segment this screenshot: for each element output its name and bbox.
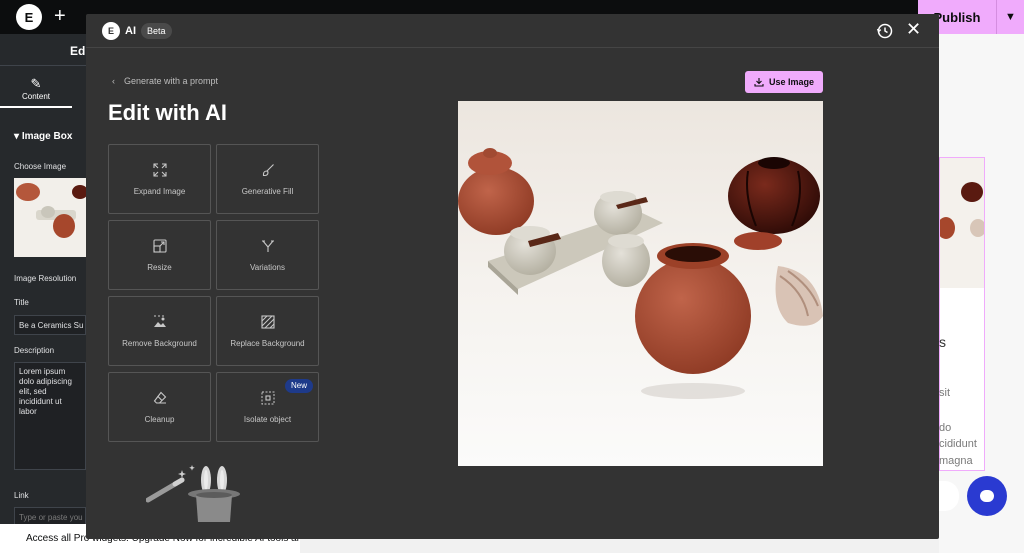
image-thumbnail[interactable] [14, 178, 86, 257]
variations-icon [262, 240, 274, 252]
tool-label: Resize [147, 263, 172, 272]
resize-icon [153, 239, 167, 253]
eraser-icon [153, 391, 167, 404]
generate-with-prompt-link[interactable]: ‹ Generate with a prompt [112, 76, 218, 86]
section-title[interactable]: ▾ Image Box [14, 131, 72, 142]
preview-image [458, 101, 823, 466]
chat-bubble-button[interactable] [967, 476, 1007, 516]
image-resolution-label: Image Resolution [14, 274, 77, 283]
tool-label: Expand Image [133, 187, 186, 196]
remove-background-icon [154, 315, 166, 327]
description-label: Description [14, 346, 55, 355]
tool-remove-background[interactable]: Remove Background [108, 296, 211, 366]
new-badge: New [284, 379, 313, 393]
magic-hat-illustration [146, 465, 240, 522]
canvas-text-fragment: s [939, 334, 946, 350]
tool-generative-fill[interactable]: Generative Fill [216, 144, 319, 214]
elementor-ai-logo: E [102, 22, 120, 40]
canvas-text-fragment: do [939, 422, 952, 434]
add-element-button[interactable]: + [54, 5, 66, 27]
tool-label: Remove Background [122, 339, 197, 348]
tool-variations[interactable]: Variations [216, 220, 319, 290]
modal-brand: AI [125, 25, 136, 37]
tool-label: Isolate object [243, 415, 292, 424]
isolate-icon [261, 391, 275, 405]
tool-replace-background[interactable]: Replace Background [216, 296, 319, 366]
elementor-logo[interactable]: E [16, 4, 42, 30]
title-input[interactable]: Be a Ceramics Su [14, 315, 86, 335]
tool-isolate-object[interactable]: New Isolate object [216, 372, 319, 442]
canvas-text-fragment: magna [939, 455, 973, 467]
title-label: Title [14, 298, 29, 307]
panel-header: Edi [0, 34, 86, 66]
chevron-left-icon: ‹ [112, 76, 115, 86]
tool-label: Replace Background [230, 339, 305, 348]
history-icon[interactable] [876, 22, 894, 40]
canvas-text-fragment: sit [939, 387, 950, 399]
canvas-preview: s sit do cididunt magna [939, 34, 1024, 553]
close-icon[interactable]: ✕ [906, 20, 921, 38]
tool-resize[interactable]: Resize [108, 220, 211, 290]
page-title: Edit with AI [108, 100, 227, 125]
canvas-text-fragment: cididunt [939, 438, 977, 450]
beta-badge: Beta [141, 23, 172, 39]
modal-header: E AI Beta ✕ [86, 14, 939, 48]
tab-content-label: Content [21, 92, 51, 101]
chat-icon [980, 490, 994, 502]
replace-background-icon [261, 315, 275, 329]
pencil-icon: ✎ [30, 76, 42, 91]
choose-image-label: Choose Image [14, 162, 67, 171]
tool-expand-image[interactable]: Expand Image [108, 144, 211, 214]
publish-options-chevron-icon[interactable]: ▼ [996, 0, 1024, 34]
download-icon [754, 78, 764, 87]
link-label: Link [14, 491, 29, 500]
tool-label: Generative Fill [241, 187, 294, 196]
ai-edit-modal: E AI Beta ✕ ‹ Generate with a prompt Edit… [86, 14, 939, 539]
tool-label: Variations [250, 263, 285, 272]
expand-icon [153, 163, 167, 177]
description-textarea[interactable]: Lorem ipsum dolo adipiscing elit, sed in… [14, 362, 86, 470]
use-image-label: Use Image [768, 77, 815, 87]
use-image-button[interactable]: Use Image [745, 71, 823, 93]
brush-icon [262, 164, 274, 177]
editor-panel: Edi ✎ Content ▾ Image Box Choose Image I… [0, 34, 86, 553]
tab-content[interactable]: ✎ Content [0, 74, 72, 108]
tool-label: Cleanup [144, 415, 175, 424]
tool-cleanup[interactable]: Cleanup [108, 372, 211, 442]
